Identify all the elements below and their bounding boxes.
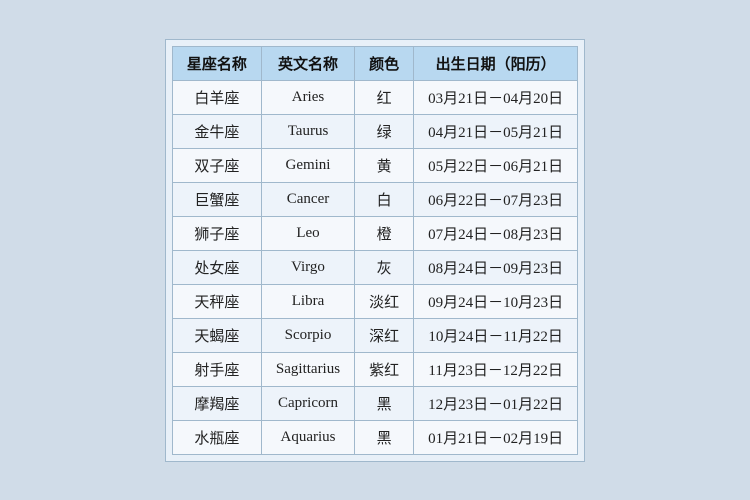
table-cell-6-2: 淡红	[355, 284, 414, 318]
table-row: 狮子座Leo橙07月24日－08月23日	[172, 216, 577, 250]
table-row: 水瓶座Aquarius黑01月21日－02月19日	[172, 420, 577, 454]
table-cell-5-1: Virgo	[261, 250, 354, 284]
table-cell-8-3: 11月23日－12月22日	[414, 352, 578, 386]
table-cell-2-0: 双子座	[172, 148, 261, 182]
table-cell-1-2: 绿	[355, 114, 414, 148]
table-cell-1-3: 04月21日－05月21日	[414, 114, 578, 148]
table-cell-3-3: 06月22日－07月23日	[414, 182, 578, 216]
table-cell-6-3: 09月24日－10月23日	[414, 284, 578, 318]
table-cell-1-1: Taurus	[261, 114, 354, 148]
table-row: 处女座Virgo灰08月24日－09月23日	[172, 250, 577, 284]
header-cell-1: 英文名称	[261, 46, 354, 80]
table-cell-7-1: Scorpio	[261, 318, 354, 352]
zodiac-table-container: 星座名称英文名称颜色出生日期（阳历） 白羊座Aries红03月21日－04月20…	[165, 39, 585, 462]
table-cell-7-2: 深红	[355, 318, 414, 352]
table-cell-10-3: 01月21日－02月19日	[414, 420, 578, 454]
table-cell-9-2: 黑	[355, 386, 414, 420]
table-body: 白羊座Aries红03月21日－04月20日金牛座Taurus绿04月21日－0…	[172, 80, 577, 454]
table-cell-8-2: 紫红	[355, 352, 414, 386]
table-row: 双子座Gemini黄05月22日－06月21日	[172, 148, 577, 182]
table-cell-10-0: 水瓶座	[172, 420, 261, 454]
table-cell-4-2: 橙	[355, 216, 414, 250]
table-cell-7-3: 10月24日－11月22日	[414, 318, 578, 352]
table-cell-2-1: Gemini	[261, 148, 354, 182]
table-cell-1-0: 金牛座	[172, 114, 261, 148]
table-row: 金牛座Taurus绿04月21日－05月21日	[172, 114, 577, 148]
table-cell-9-1: Capricorn	[261, 386, 354, 420]
table-row: 天蝎座Scorpio深红10月24日－11月22日	[172, 318, 577, 352]
zodiac-table: 星座名称英文名称颜色出生日期（阳历） 白羊座Aries红03月21日－04月20…	[172, 46, 578, 455]
table-cell-6-0: 天秤座	[172, 284, 261, 318]
table-row: 巨蟹座Cancer白06月22日－07月23日	[172, 182, 577, 216]
table-row: 摩羯座Capricorn黑12月23日－01月22日	[172, 386, 577, 420]
table-cell-10-1: Aquarius	[261, 420, 354, 454]
header-cell-3: 出生日期（阳历）	[414, 46, 578, 80]
table-cell-7-0: 天蝎座	[172, 318, 261, 352]
table-cell-8-0: 射手座	[172, 352, 261, 386]
header-cell-0: 星座名称	[172, 46, 261, 80]
table-row: 射手座Sagittarius紫红11月23日－12月22日	[172, 352, 577, 386]
table-cell-2-3: 05月22日－06月21日	[414, 148, 578, 182]
table-cell-4-3: 07月24日－08月23日	[414, 216, 578, 250]
table-cell-0-2: 红	[355, 80, 414, 114]
table-cell-9-3: 12月23日－01月22日	[414, 386, 578, 420]
table-cell-3-1: Cancer	[261, 182, 354, 216]
table-cell-6-1: Libra	[261, 284, 354, 318]
table-row: 天秤座Libra淡红09月24日－10月23日	[172, 284, 577, 318]
table-cell-5-3: 08月24日－09月23日	[414, 250, 578, 284]
table-cell-5-2: 灰	[355, 250, 414, 284]
table-cell-0-3: 03月21日－04月20日	[414, 80, 578, 114]
table-cell-2-2: 黄	[355, 148, 414, 182]
table-cell-4-0: 狮子座	[172, 216, 261, 250]
table-cell-3-2: 白	[355, 182, 414, 216]
table-cell-10-2: 黑	[355, 420, 414, 454]
table-cell-4-1: Leo	[261, 216, 354, 250]
table-header: 星座名称英文名称颜色出生日期（阳历）	[172, 46, 577, 80]
table-row: 白羊座Aries红03月21日－04月20日	[172, 80, 577, 114]
header-cell-2: 颜色	[355, 46, 414, 80]
table-cell-3-0: 巨蟹座	[172, 182, 261, 216]
table-cell-8-1: Sagittarius	[261, 352, 354, 386]
table-cell-0-1: Aries	[261, 80, 354, 114]
header-row: 星座名称英文名称颜色出生日期（阳历）	[172, 46, 577, 80]
table-cell-0-0: 白羊座	[172, 80, 261, 114]
table-cell-5-0: 处女座	[172, 250, 261, 284]
table-cell-9-0: 摩羯座	[172, 386, 261, 420]
